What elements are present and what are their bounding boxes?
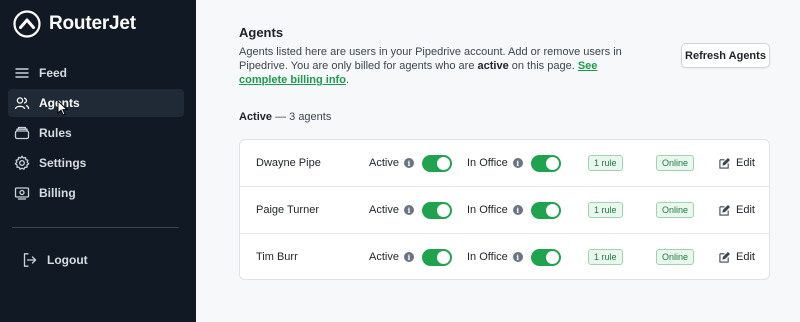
list-icon [15,68,29,78]
page-title: Agents [239,25,284,40]
sidebar-item-label: Billing [39,186,76,200]
sidebar-item-feed[interactable]: Feed [8,59,184,87]
active-cell: Active i [369,140,452,186]
routerjet-logo-icon [13,10,41,38]
page-description: Agents listed here are users in your Pip… [239,45,629,87]
rule-count-badge[interactable]: 1 rule [588,202,623,218]
agent-name: Tim Burr [256,251,298,263]
status-badge: Online [656,249,695,265]
rule-count-badge[interactable]: 1 rule [588,249,623,265]
refresh-agents-button[interactable]: Refresh Agents [681,43,770,68]
sidebar-item-rules[interactable]: Rules [8,119,184,147]
edit-label: Edit [736,157,755,169]
active-label: Active [369,157,399,169]
in-office-cell: In Office i [467,187,561,233]
sidebar-divider [12,227,179,228]
description-text-middle: on this page. [508,60,578,72]
info-icon[interactable]: i [512,158,523,168]
active-label: Active [369,204,399,216]
logout-icon [23,253,37,267]
table-row: Dwayne Pipe Active i In Office i 1 rule … [240,140,769,187]
status-badge: Online [656,202,695,218]
description-bold: active [477,60,509,72]
users-icon [14,97,30,110]
pencil-icon [719,157,730,169]
edit-button[interactable]: Edit [719,140,755,186]
layers-icon [14,126,30,140]
in-office-label: In Office [467,157,508,169]
pencil-icon [719,251,730,263]
rule-cell: 1 rule [588,234,623,279]
sidebar-item-settings[interactable]: Settings [8,149,184,177]
active-toggle[interactable] [421,248,452,266]
active-cell: Active i [369,234,452,279]
pencil-icon [719,204,730,216]
status-cell: Online [656,140,695,186]
active-toggle[interactable] [421,154,452,172]
billing-icon [14,187,30,200]
rule-cell: 1 rule [588,140,623,186]
info-icon[interactable]: i [403,252,414,262]
active-cell: Active i [369,187,452,233]
table-row: Tim Burr Active i In Office i 1 rule Onl… [240,234,769,279]
in-office-cell: In Office i [467,234,561,279]
edit-label: Edit [736,204,755,216]
status-badge: Online [656,155,695,171]
rule-count-badge[interactable]: 1 rule [588,155,623,171]
main-content: Agents Agents listed here are users in y… [196,0,800,322]
logout-label: Logout [47,253,88,267]
edit-label: Edit [736,251,755,263]
brand-name: RouterJet [49,13,136,34]
active-toggle[interactable] [421,201,452,219]
sidebar-item-billing[interactable]: Billing [8,179,184,207]
info-icon[interactable]: i [512,205,523,215]
active-summary-count: — 3 agents [272,111,332,123]
sidebar-nav: Feed Agents Rules Settings [0,59,196,209]
in-office-cell: In Office i [467,140,561,186]
info-icon[interactable]: i [403,158,414,168]
active-summary: Active — 3 agents [239,111,331,123]
table-row: Paige Turner Active i In Office i 1 rule… [240,187,769,234]
gear-icon [14,155,30,170]
logout-button[interactable]: Logout [16,246,192,274]
status-cell: Online [656,187,695,233]
active-summary-label: Active [239,111,273,123]
sidebar-item-agents[interactable]: Agents [8,89,184,117]
rule-cell: 1 rule [588,187,623,233]
in-office-toggle[interactable] [530,154,561,172]
agents-table: Dwayne Pipe Active i In Office i 1 rule … [239,139,770,280]
sidebar-item-label: Feed [39,66,68,80]
edit-button[interactable]: Edit [719,187,755,233]
in-office-label: In Office [467,251,508,263]
status-cell: Online [656,234,695,279]
agent-name: Dwayne Pipe [256,157,321,169]
info-icon[interactable]: i [512,252,523,262]
sidebar: RouterJet Feed Agents Rules [0,0,196,322]
in-office-label: In Office [467,204,508,216]
sidebar-item-label: Rules [39,126,72,140]
mouse-cursor-icon [57,100,69,116]
sidebar-item-label: Settings [39,156,87,170]
in-office-toggle[interactable] [530,201,561,219]
brand[interactable]: RouterJet [13,10,136,38]
active-label: Active [369,251,399,263]
edit-button[interactable]: Edit [719,234,755,279]
agent-name: Paige Turner [256,204,319,216]
in-office-toggle[interactable] [530,248,561,266]
info-icon[interactable]: i [403,205,414,215]
description-suffix: . [345,74,350,86]
